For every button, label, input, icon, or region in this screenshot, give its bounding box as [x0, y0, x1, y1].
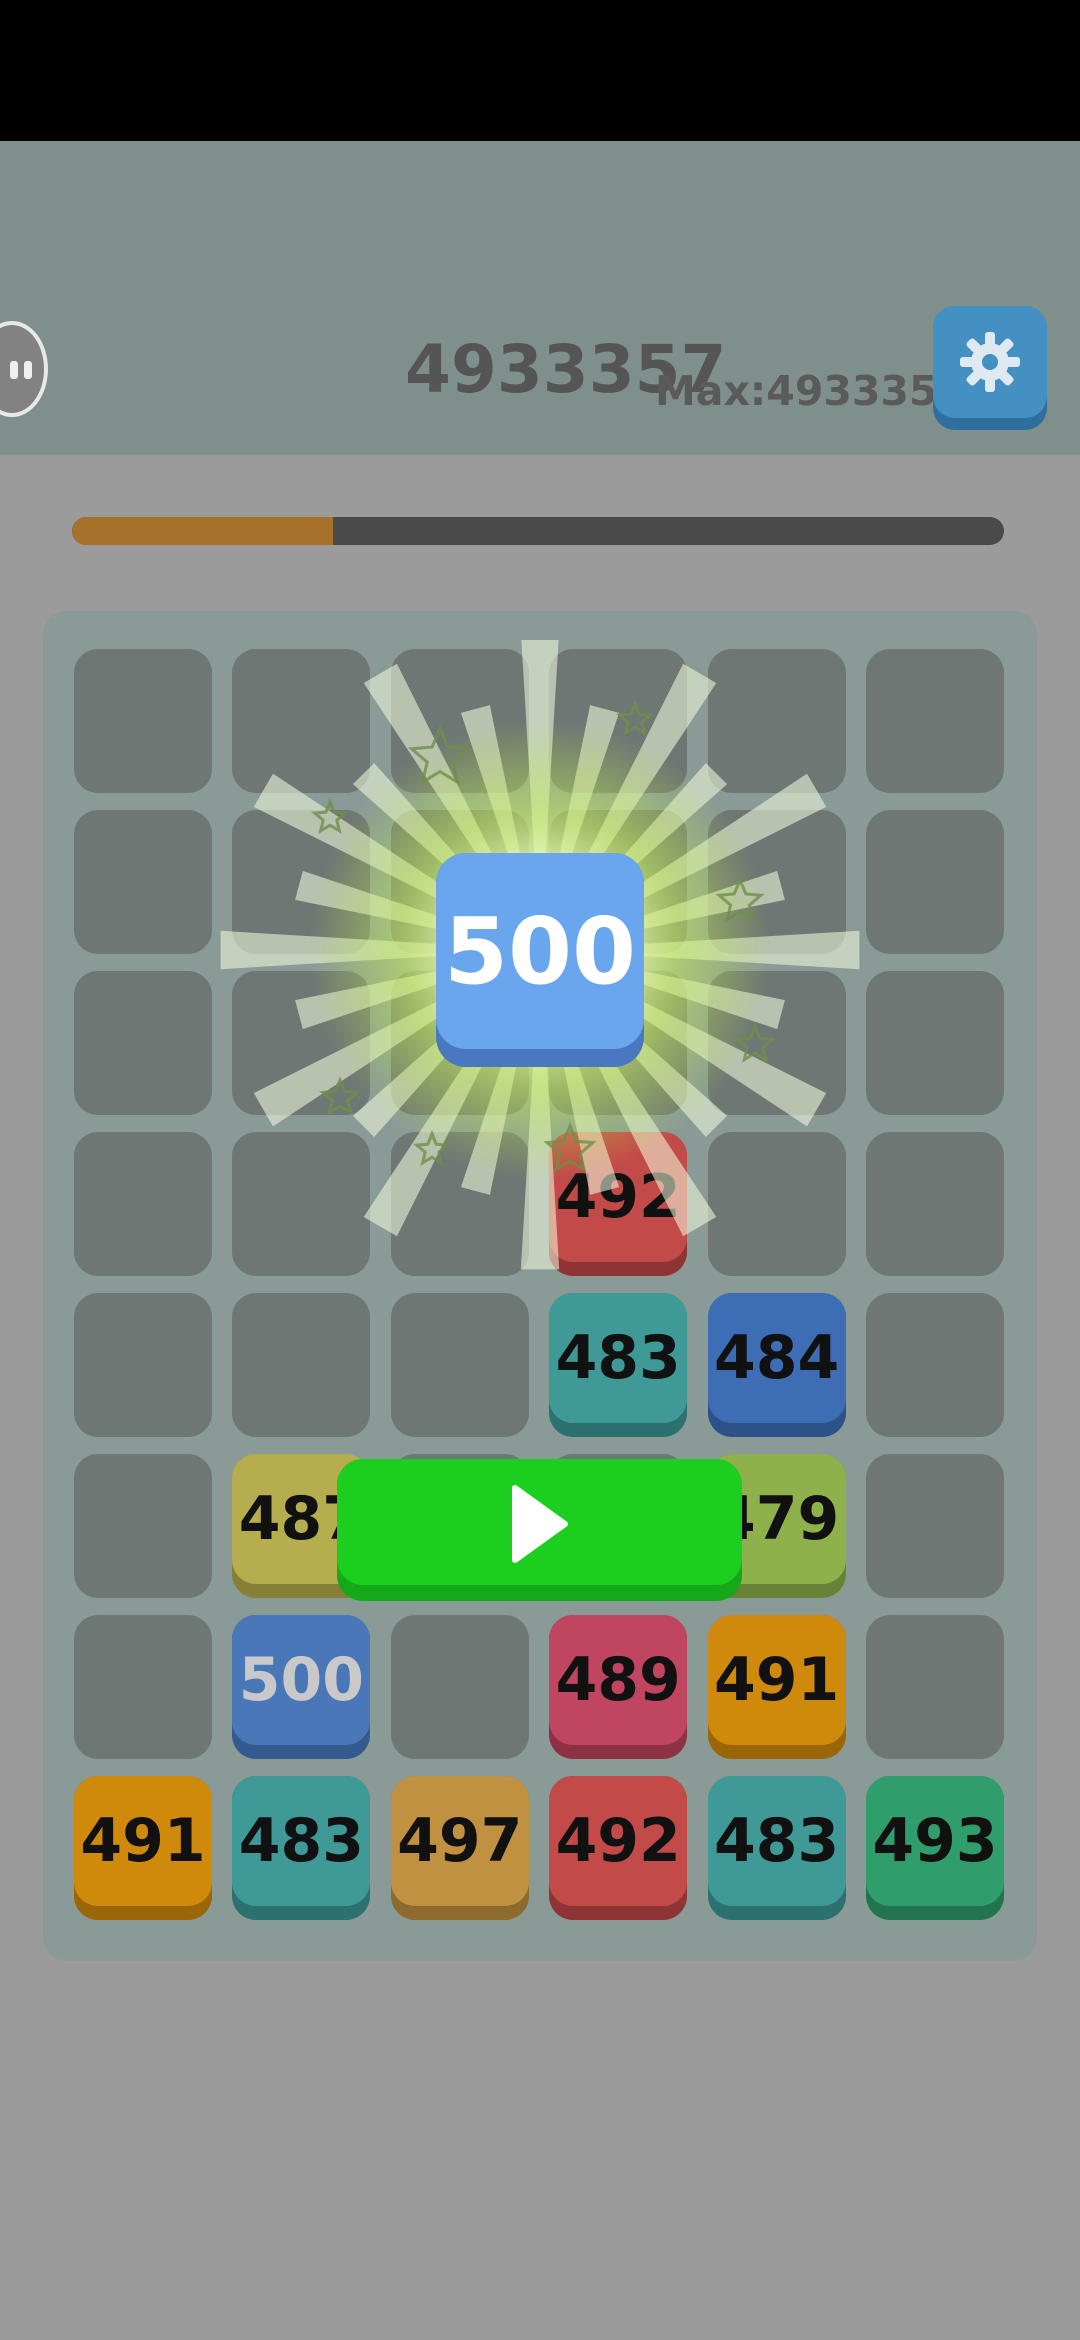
- tile-value: 483: [707, 1776, 846, 1906]
- empty-cell: [74, 1132, 212, 1276]
- empty-cell: [707, 971, 846, 1115]
- current-score: 4933357: [405, 331, 727, 408]
- tile-value: 492: [549, 1776, 688, 1906]
- empty-cell: [390, 1293, 529, 1437]
- empty-cell: [707, 649, 846, 793]
- empty-cell: [390, 1132, 529, 1276]
- empty-cell: [707, 810, 846, 954]
- tile-value: 492: [549, 1132, 688, 1262]
- settings-button[interactable]: [933, 306, 1047, 430]
- game-board[interactable]: 492 483 484 487 479 500 489 491 491 483 497 492 483 4…: [43, 611, 1037, 1961]
- tile-483: 483: [549, 1293, 688, 1437]
- tile-483: 483: [707, 1776, 846, 1920]
- empty-cell: [866, 1293, 1004, 1437]
- tile-500: 500: [232, 1615, 371, 1759]
- empty-cell: [232, 649, 371, 793]
- tile-489: 489: [549, 1615, 688, 1759]
- empty-cell: [232, 971, 371, 1115]
- tile-value: 491: [707, 1615, 846, 1745]
- empty-cell: [549, 649, 688, 793]
- gear-icon: [960, 332, 1020, 392]
- play-button[interactable]: [337, 1459, 742, 1601]
- empty-cell: [74, 1615, 212, 1759]
- tile-value: 493: [866, 1776, 1004, 1906]
- tile-value: 497: [390, 1776, 529, 1906]
- empty-cell: [866, 1454, 1004, 1598]
- empty-cell: [866, 810, 1004, 954]
- level-progress-fill: [72, 517, 333, 545]
- tile-493: 493: [866, 1776, 1004, 1920]
- empty-cell: [866, 1132, 1004, 1276]
- tile-value: 483: [549, 1293, 688, 1423]
- tile-491: 491: [74, 1776, 212, 1920]
- tile-value: 500: [232, 1615, 371, 1745]
- tile-491: 491: [707, 1615, 846, 1759]
- empty-cell: [74, 810, 212, 954]
- empty-cell: [707, 1132, 846, 1276]
- empty-cell: [866, 649, 1004, 793]
- tile-483: 483: [232, 1776, 371, 1920]
- play-icon: [512, 1485, 568, 1563]
- empty-cell: [232, 1132, 371, 1276]
- tile-484: 484: [707, 1293, 846, 1437]
- empty-cell: [74, 1454, 212, 1598]
- empty-cell: [866, 971, 1004, 1115]
- new-tile-value: 500: [436, 853, 644, 1049]
- tile-value: 489: [549, 1615, 688, 1745]
- max-score: Max:4933357: [655, 367, 967, 415]
- empty-cell: [74, 971, 212, 1115]
- tile-value: 483: [232, 1776, 371, 1906]
- empty-cell: [74, 1293, 212, 1437]
- new-tile-500: 500: [436, 853, 644, 1067]
- empty-cell: [74, 649, 212, 793]
- tile-value: 484: [707, 1293, 846, 1423]
- level-progress-bar: [72, 517, 1004, 545]
- tile-497: 497: [390, 1776, 529, 1920]
- tile-492: 492: [549, 1776, 688, 1920]
- tile-value: 491: [74, 1776, 212, 1906]
- empty-cell: [232, 810, 371, 954]
- empty-cell: [866, 1615, 1004, 1759]
- status-bar: [0, 0, 1080, 141]
- empty-cell: [232, 1293, 371, 1437]
- empty-cell: [390, 1615, 529, 1759]
- tile-492: 492: [549, 1132, 688, 1276]
- empty-cell: [390, 649, 529, 793]
